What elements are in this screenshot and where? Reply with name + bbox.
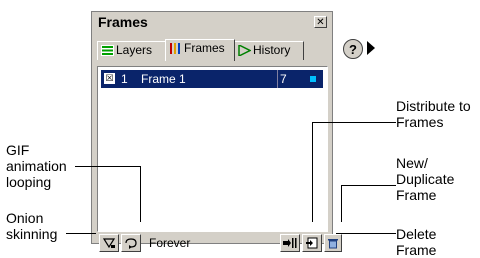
table-row[interactable]: ☒ 1 Frame 1 7 — [101, 70, 323, 88]
help-button[interactable]: ? — [343, 39, 363, 59]
tab-history[interactable]: History — [234, 41, 304, 60]
frames-icon — [170, 43, 180, 54]
onion-skinning-button[interactable] — [99, 234, 119, 252]
history-icon — [238, 45, 251, 56]
close-icon: ✕ — [316, 17, 325, 28]
tab-frames[interactable]: Frames — [165, 39, 235, 61]
panel-tabs: Layers Frames History — [97, 39, 327, 61]
loop-icon — [125, 238, 137, 249]
panel-menu-arrow-icon[interactable] — [367, 41, 375, 55]
leader-distribute-drop — [312, 122, 313, 222]
leader-new-drop — [341, 185, 342, 222]
callout-distribute: Distribute to Frames — [396, 98, 471, 130]
panel-title: Frames — [98, 14, 148, 30]
distribute-to-frames-button[interactable] — [280, 234, 300, 252]
tab-history-label: History — [253, 43, 291, 57]
frame-delay: 7 — [280, 72, 287, 86]
frame-list[interactable]: ☒ 1 Frame 1 7 — [97, 66, 328, 232]
leader-onion — [66, 233, 96, 234]
callout-new-duplicate: New/ Duplicate Frame — [396, 155, 455, 203]
frames-panel: Frames ✕ Layers Frames History ? ☒ 1 Fra… — [91, 11, 375, 252]
layers-icon — [101, 45, 114, 56]
close-button[interactable]: ✕ — [314, 16, 327, 28]
frame-name: Frame 1 — [141, 72, 186, 86]
callout-onion: Onion skinning — [6, 210, 58, 242]
callout-gif-looping: GIF animation looping — [6, 142, 67, 190]
frame-number: 1 — [121, 72, 128, 86]
leader-gif-drop — [140, 166, 141, 222]
panel-titlebar[interactable]: Frames ✕ — [95, 14, 329, 32]
tab-frames-label: Frames — [184, 41, 225, 55]
frame-visibility-checkbox[interactable]: ☒ — [104, 73, 115, 84]
distribute-icon — [283, 238, 297, 248]
gif-looping-button[interactable] — [121, 234, 141, 252]
frame-selection-swatch — [310, 76, 316, 82]
column-divider — [277, 70, 278, 88]
leader-gif — [75, 166, 140, 167]
trash-icon — [328, 239, 338, 249]
leader-distribute — [312, 122, 396, 123]
callout-delete: Delete Frame — [396, 226, 437, 258]
delete-frame-button[interactable] — [324, 234, 342, 252]
tab-layers[interactable]: Layers — [97, 41, 166, 60]
new-frame-icon — [306, 237, 318, 249]
panel-bottom-bar: Forever — [97, 234, 342, 254]
leader-delete — [336, 233, 396, 234]
tab-layers-label: Layers — [116, 43, 153, 57]
leader-new — [341, 185, 396, 186]
onion-skinning-icon — [102, 238, 116, 249]
new-duplicate-frame-button[interactable] — [302, 234, 322, 252]
help-icon: ? — [349, 42, 357, 57]
